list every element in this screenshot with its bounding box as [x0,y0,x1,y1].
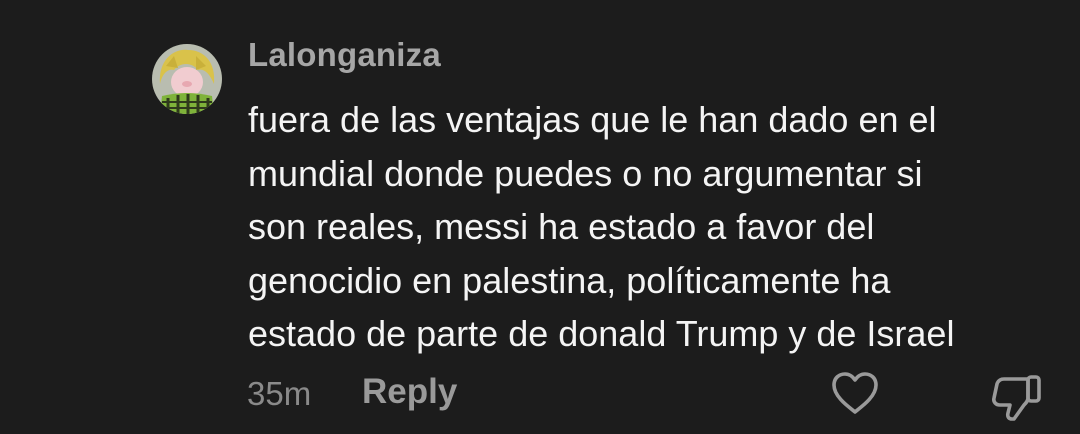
comment-text-line: son reales, messi ha estado a favor del [248,206,875,247]
comment-item: Lalonganiza fuera de las ventajas que le… [0,0,1080,434]
dislike-button[interactable] [990,370,1044,422]
comment-text-line: estado de parte de donald Trump y de Isr… [248,313,955,354]
username[interactable]: Lalonganiza [248,36,441,74]
comment-text-line: genocidio en palestina, políticamente ha [248,259,891,301]
avatar-image [152,44,222,114]
comment-text-line: mundial donde puedes o no argumentar si [248,152,923,194]
comment-text: fuera de las ventajas que le han dado en… [248,93,1048,361]
comment-text-line: fuera de las ventajas que le han dado en… [248,99,937,140]
heart-outline-icon [832,372,878,414]
comment-timestamp: 35m [247,375,312,412]
avatar[interactable] [152,44,222,114]
thumbs-down-icon [992,375,1041,421]
reply-button[interactable]: Reply [362,372,457,412]
like-button[interactable] [830,370,880,416]
